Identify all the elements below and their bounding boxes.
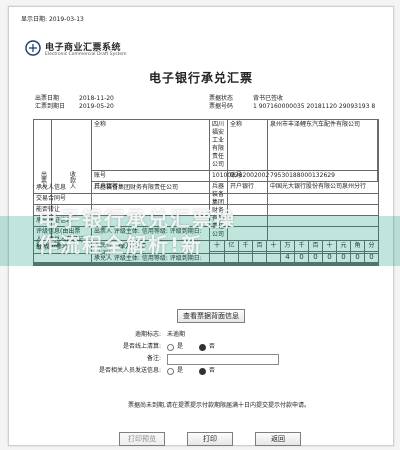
display-date-value: 2019-03-13	[48, 16, 84, 23]
lower-row: 交易合同号	[34, 194, 378, 205]
due-date-label: 汇票到期日	[35, 103, 66, 110]
remark-label: 备注:	[146, 355, 161, 362]
radio-no-selected-icon[interactable]	[199, 367, 207, 375]
overlay-headline: 电子银行承兑汇票操 作流程全解析!新	[38, 206, 368, 258]
acceptor-info-value: 兵器装备集团财务有限责任公司	[92, 183, 378, 194]
acceptor-info-label: 承兑人信息	[34, 183, 92, 194]
payee-field-value: 泉州市丰泽鲤东汽车配件有限公司	[268, 120, 378, 171]
system-logo: 电子商业汇票系统 Electronic Commercial Draft Sys…	[25, 40, 145, 68]
issue-date-label: 出票日期	[35, 95, 60, 102]
view-back-info-button[interactable]: 查看票据背面信息	[177, 309, 245, 323]
meta-right: 票据状态 背书已签收 票据号码 1 907160000035 20181120 …	[209, 95, 399, 111]
document-title: 电子银行承兑汇票	[149, 71, 254, 85]
drawer-field-value: 101002282002002	[210, 171, 269, 182]
send-info-no-text: 否	[209, 367, 216, 374]
overlay-line-2: 作流程全解析!新	[38, 233, 204, 257]
return-button[interactable]: 返回	[255, 432, 301, 446]
payee-field-label: 全称	[228, 120, 268, 171]
form-area: 逾期标志: 未逾期 是否线上清算: 是 否 备注: 是否相关人员发送信息: 是 …	[69, 329, 369, 377]
overlay-line-1: 电子银行承兑汇票操	[38, 207, 236, 231]
issue-date-value: 2018-11-20	[79, 95, 114, 102]
payee-field-label: 账号	[228, 171, 268, 182]
draft-number-label: 票据号码	[209, 103, 234, 110]
online-clearing-yes[interactable]: 是	[167, 343, 183, 351]
send-info-label: 是否相关人员发送信息:	[98, 367, 161, 374]
print-preview-button[interactable]: 打印预览	[119, 432, 165, 446]
display-date: 显示日期: 2019-03-13	[21, 16, 84, 24]
logo-icon	[25, 40, 41, 56]
form-row: 逾期标志: 未逾期	[69, 329, 369, 341]
contract-number-value	[92, 194, 378, 205]
logo-subtitle: Electronic Commercial Draft System	[45, 52, 127, 57]
radio-no-selected-icon[interactable]	[199, 343, 207, 351]
draft-number-value: 1 907160000035 20181120 29093193 8	[253, 103, 376, 110]
online-clearing-yes-text: 是	[177, 343, 184, 350]
contract-number-label: 交易合同号	[34, 194, 92, 205]
lower-row: 承兑人信息 兵器装备集团财务有限责任公司	[34, 183, 378, 194]
send-info-no[interactable]: 否	[199, 367, 215, 375]
meta-row: 票据状态 背书已签收	[209, 95, 399, 103]
online-clearing-no[interactable]: 否	[199, 343, 215, 351]
drawer-field-label: 账号	[92, 171, 210, 182]
due-note: 票据尚未到期,请在提票提示付款期限届满十日内提交提示付款申请。	[128, 402, 310, 409]
radio-yes-icon[interactable]	[167, 367, 174, 375]
meta-row: 出票日期 2018-11-20	[35, 95, 205, 103]
drawer-field-value: 四川福安工业有限责任公司	[210, 120, 228, 171]
overdue-value: 未逾期	[167, 331, 186, 338]
status-label: 票据状态	[209, 95, 234, 102]
send-info-yes-text: 是	[177, 367, 184, 374]
overdue-label: 逾期标志:	[134, 331, 161, 338]
send-info-yes[interactable]: 是	[167, 367, 183, 375]
radio-yes-icon[interactable]	[167, 343, 174, 351]
print-button[interactable]: 打印	[187, 432, 233, 446]
payee-field-value: 79530188000132629	[268, 171, 378, 182]
online-clearing-no-text: 否	[209, 343, 216, 350]
page: 显示日期: 2019-03-13 电子商业汇票系统 Electronic Com…	[0, 0, 400, 450]
form-row: 是否相关人员发送信息: 是 否	[69, 365, 369, 377]
form-row: 是否线上清算: 是 否	[69, 341, 369, 353]
remark-input[interactable]	[167, 353, 279, 365]
drawer-field-label: 全称	[92, 120, 210, 171]
meta-row: 汇票到期日 2019-05-20	[35, 103, 205, 111]
form-row: 备注:	[69, 353, 369, 365]
display-date-label: 显示日期:	[21, 16, 48, 23]
status-value: 背书已签收	[253, 95, 284, 102]
online-clearing-label: 是否线上清算:	[122, 343, 161, 350]
meta-left: 出票日期 2018-11-20 汇票到期日 2019-05-20	[35, 95, 205, 111]
due-date-value: 2019-05-20	[79, 103, 114, 110]
meta-row: 票据号码 1 907160000035 20181120 29093193 8	[209, 103, 399, 111]
